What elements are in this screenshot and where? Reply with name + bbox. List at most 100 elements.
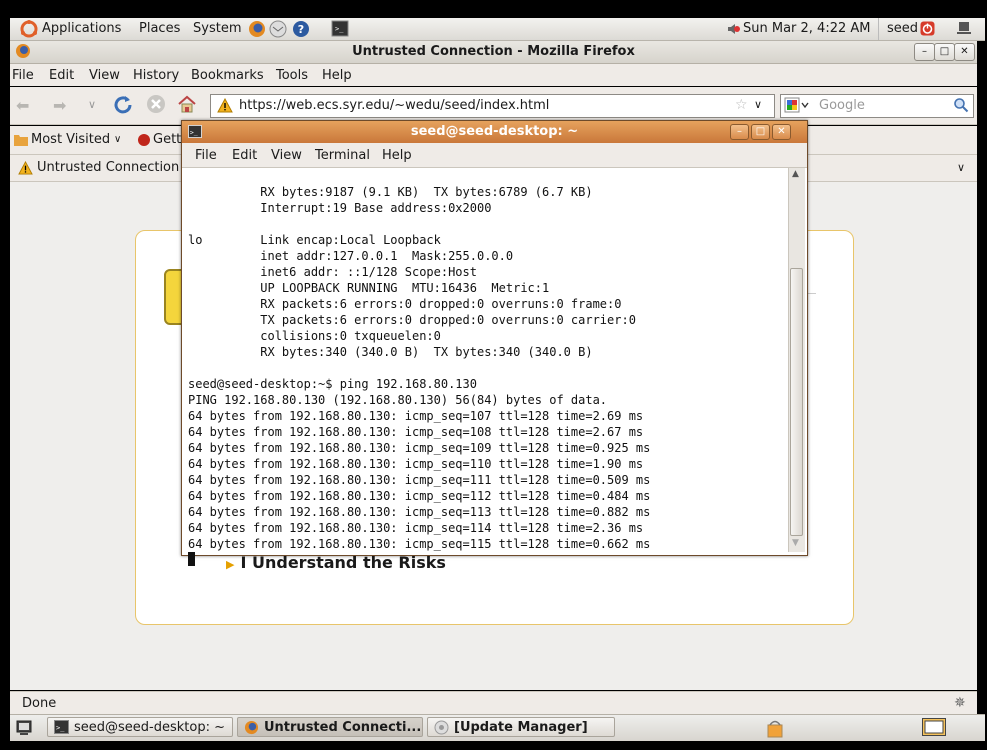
terminal-minimize-button[interactable]: – (730, 124, 749, 140)
most-visited-bookmark[interactable]: Most Visited (31, 132, 110, 147)
terminal-window[interactable]: >_ seed@seed-desktop: ~ – □ ✕ File Edit … (181, 120, 808, 566)
terminal-title: seed@seed-desktop: ~ (410, 124, 579, 139)
search-placeholder: Google (819, 98, 865, 113)
terminal-line: 64 bytes from 192.168.80.130: icmp_seq=1… (188, 425, 644, 439)
bookmark-favicon-icon (137, 133, 151, 151)
status-bar: Done ✵ (10, 691, 977, 714)
terminal-line: collisions:0 txqueuelen:0 (188, 329, 441, 343)
terminal-line: 64 bytes from 192.168.80.130: icmp_seq=1… (188, 473, 651, 487)
terminal-menu-view[interactable]: View (271, 148, 302, 163)
menu-history[interactable]: History (133, 68, 179, 83)
bottom-panel: >_ seed@seed-desktop: ~ Untrusted Connec… (10, 714, 985, 741)
url-dropdown-icon[interactable]: ∨ (754, 98, 762, 111)
terminal-line: 64 bytes from 192.168.80.130: icmp_seq=1… (188, 505, 651, 519)
terminal-line: RX bytes:9187 (9.1 KB) TX bytes:6789 (6.… (188, 185, 593, 199)
svg-text:>_: >_ (335, 25, 344, 33)
workspace-switcher-icon[interactable] (922, 718, 946, 740)
firefox-launcher-icon[interactable] (247, 19, 267, 43)
applications-menu[interactable]: Applications (42, 21, 121, 36)
volume-icon[interactable] (727, 22, 741, 40)
terminal-line: PING 192.168.80.130 (192.168.80.130) 56(… (188, 393, 608, 407)
taskbar-update-manager-label: [Update Manager] (454, 720, 588, 735)
scrollbar-thumb[interactable] (790, 268, 803, 536)
terminal-line: UP LOOPBACK RUNNING MTU:16436 Metric:1 (188, 281, 550, 295)
terminal-line: ​ (188, 216, 788, 232)
chevron-down-icon[interactable]: ∨ (114, 134, 121, 145)
url-bar[interactable]: https://web.ecs.syr.edu/~wedu/seed/index… (210, 94, 775, 118)
taskbar-terminal-label: seed@seed-desktop: ~ (74, 720, 225, 735)
history-dropdown-icon[interactable]: ∨ (88, 98, 96, 111)
scroll-down-icon[interactable]: ▼ (792, 538, 799, 548)
reload-icon[interactable] (113, 94, 133, 118)
system-menu[interactable]: System (193, 21, 241, 36)
places-menu[interactable]: Places (139, 21, 180, 36)
scroll-up-icon[interactable]: ▲ (792, 169, 799, 179)
getting-started-bookmark[interactable]: Gett (153, 132, 181, 147)
update-notifier-icon[interactable] (766, 718, 784, 742)
forward-button[interactable]: ➡ (53, 96, 66, 115)
menu-bookmarks[interactable]: Bookmarks (191, 68, 264, 83)
terminal-menubar: File Edit View Terminal Help (182, 143, 807, 168)
terminal-maximize-button[interactable]: □ (751, 124, 770, 140)
taskbar-firefox-label: Untrusted Connecti... (264, 720, 422, 735)
terminal-line: 64 bytes from 192.168.80.130: icmp_seq=1… (188, 441, 651, 455)
taskbar-firefox[interactable]: Untrusted Connecti... (237, 717, 423, 737)
terminal-output[interactable]: RX bytes:9187 (9.1 KB) TX bytes:6789 (6.… (188, 168, 788, 566)
top-panel: Applications Places System ? >_ Sun Mar … (10, 18, 985, 41)
terminal-line: Interrupt:19 Base address:0x2000 (188, 201, 492, 215)
terminal-line: 64 bytes from 192.168.80.130: icmp_seq=1… (188, 537, 651, 551)
tab-untrusted-connection[interactable]: Untrusted Connection (37, 160, 179, 175)
terminal-menu-file[interactable]: File (195, 148, 217, 163)
terminal-launcher-icon[interactable]: >_ (331, 20, 349, 41)
terminal-menu-help[interactable]: Help (382, 148, 412, 163)
status-text: Done (22, 696, 57, 711)
terminal-icon: >_ (54, 720, 69, 736)
ubuntu-logo-icon[interactable] (20, 20, 38, 42)
home-icon[interactable] (177, 94, 197, 118)
close-button[interactable]: ✕ (954, 43, 975, 61)
menu-view[interactable]: View (89, 68, 120, 83)
folder-icon (14, 133, 28, 150)
menu-tools[interactable]: Tools (276, 68, 308, 83)
taskbar-terminal[interactable]: >_ seed@seed-desktop: ~ (47, 717, 233, 737)
taskbar-update-manager[interactable]: [Update Manager] (427, 717, 615, 737)
terminal-scrollbar[interactable]: ▲ ▼ (788, 168, 805, 552)
stop-icon[interactable] (146, 94, 166, 118)
show-desktop-icon[interactable] (16, 720, 32, 739)
menu-file[interactable]: File (12, 68, 34, 83)
firefox-menubar: File Edit View History Bookmarks Tools H… (10, 64, 977, 86)
terminal-titlebar[interactable]: >_ seed@seed-desktop: ~ – □ ✕ (182, 121, 807, 143)
help-launcher-icon[interactable]: ? (292, 20, 310, 42)
search-bar[interactable]: Google (780, 94, 974, 118)
clock[interactable]: Sun Mar 2, 4:22 AM (743, 21, 871, 36)
bookmark-star-icon[interactable]: ☆ (735, 97, 748, 113)
menu-edit[interactable]: Edit (49, 68, 74, 83)
url-text[interactable]: https://web.ecs.syr.edu/~wedu/seed/index… (239, 98, 549, 113)
menu-help[interactable]: Help (322, 68, 352, 83)
terminal-close-button[interactable]: ✕ (772, 124, 791, 140)
terminal-menu-edit[interactable]: Edit (232, 148, 257, 163)
terminal-line: RX bytes:340 (340.0 B) TX bytes:340 (340… (188, 345, 593, 359)
activity-icon: ✵ (954, 695, 966, 711)
shutdown-icon[interactable] (920, 21, 935, 40)
search-icon[interactable] (953, 97, 969, 117)
search-engine-icon[interactable] (784, 97, 812, 117)
terminal-line: TX packets:6 errors:0 dropped:0 overruns… (188, 313, 636, 327)
terminal-line: 64 bytes from 192.168.80.130: icmp_seq=1… (188, 409, 644, 423)
minimize-button[interactable]: – (914, 43, 935, 61)
notification-area-icon[interactable] (957, 21, 971, 40)
terminal-line: seed@seed-desktop:~$ ping 192.168.80.130 (188, 377, 477, 391)
user-name[interactable]: seed (887, 21, 918, 36)
terminal-line: lo Link encap:Local Loopback (188, 233, 441, 247)
mail-launcher-icon[interactable] (269, 20, 287, 42)
tab-warning-icon (18, 160, 33, 179)
back-button[interactable]: ⬅ (16, 96, 29, 115)
tab-list-icon[interactable]: ∨ (957, 161, 965, 174)
maximize-button[interactable]: □ (934, 43, 955, 61)
panel-separator (878, 18, 879, 40)
terminal-line: ​ (188, 360, 788, 376)
terminal-menu-terminal[interactable]: Terminal (315, 148, 370, 163)
terminal-line: 64 bytes from 192.168.80.130: icmp_seq=1… (188, 521, 644, 535)
terminal-line: 64 bytes from 192.168.80.130: icmp_seq=1… (188, 457, 644, 471)
firefox-titlebar[interactable]: Untrusted Connection - Mozilla Firefox –… (10, 41, 977, 64)
